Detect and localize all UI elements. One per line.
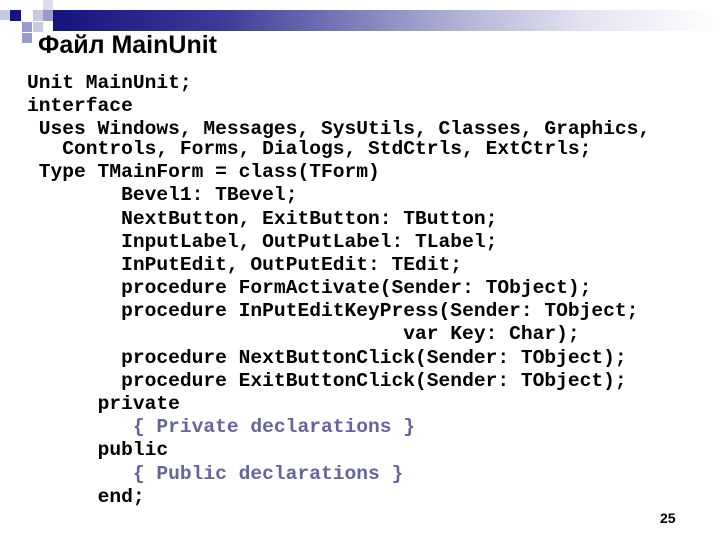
slide-title: Файл MainUnit	[38, 31, 217, 59]
code-line: { Public declarations }	[27, 463, 650, 486]
code-line: procedure FormActivate(Sender: TObject);	[27, 277, 650, 300]
decor-square	[22, 33, 32, 43]
code-line: end;	[27, 486, 650, 509]
code-text: end;	[97, 485, 145, 508]
code-text: public	[97, 439, 169, 462]
code-line: Controls, Forms, Dialogs, StdCtrls, ExtC…	[27, 138, 650, 161]
code-text: procedure FormActivate(Sender: TObject);	[121, 277, 592, 300]
code-text: procedure InPutEditKeyPress(Sender: TObj…	[121, 300, 639, 323]
code-line: procedure NextButtonClick(Sender: TObjec…	[27, 347, 650, 370]
code-text: procedure ExitButtonClick(Sender: TObjec…	[121, 369, 627, 392]
page-number: 25	[660, 510, 676, 526]
decor-square	[43, 10, 53, 21]
code-text: Type TMainForm = class(TForm)	[38, 161, 380, 184]
code-line: Unit MainUnit;	[27, 72, 650, 95]
code-text: InPutEdit, OutPutEdit: TEdit;	[121, 253, 463, 276]
code-line: public	[27, 439, 650, 462]
code-line: interface	[27, 95, 650, 118]
code-line: Uses Windows, Messages, SysUtils, Classe…	[27, 118, 650, 140]
decor-square	[0, 10, 10, 20]
title-accent-bar	[53, 10, 720, 31]
code-text: InputLabel, OutPutLabel: TLabel;	[121, 230, 498, 253]
code-text: Controls, Forms, Dialogs, StdCtrls, ExtC…	[62, 137, 592, 160]
code-text: private	[97, 393, 180, 416]
decor-square	[43, 0, 53, 10]
code-text: procedure NextButtonClick(Sender: TObjec…	[121, 346, 627, 369]
code-text: Unit MainUnit;	[27, 72, 192, 94]
code-line: NextButton, ExitButton: TButton;	[27, 208, 650, 231]
code-text: interface	[27, 95, 133, 118]
code-line: procedure ExitButtonClick(Sender: TObjec…	[27, 370, 650, 393]
code-line: Bevel1: TBevel;	[27, 184, 650, 207]
code-block: Unit MainUnit; interface Uses Windows, Me…	[27, 72, 650, 509]
code-comment: { Public declarations }	[132, 462, 404, 485]
decor-square	[10, 10, 21, 21]
code-text: NextButton, ExitButton: TButton;	[121, 207, 498, 230]
code-line: var Key: Char);	[27, 323, 650, 346]
code-text: var Key: Char);	[403, 323, 580, 346]
code-comment: { Private declarations }	[132, 416, 416, 439]
code-line: procedure InPutEditKeyPress(Sender: TObj…	[27, 300, 650, 323]
decor-square	[33, 10, 43, 21]
code-line: private	[27, 393, 650, 416]
code-line: InPutEdit, OutPutEdit: TEdit;	[27, 254, 650, 277]
code-line: { Private declarations }	[27, 416, 650, 439]
code-text: Bevel1: TBevel;	[121, 184, 298, 207]
code-line: InputLabel, OutPutLabel: TLabel;	[27, 231, 650, 254]
code-line: Type TMainForm = class(TForm)	[27, 161, 650, 184]
decor-square	[22, 22, 32, 32]
